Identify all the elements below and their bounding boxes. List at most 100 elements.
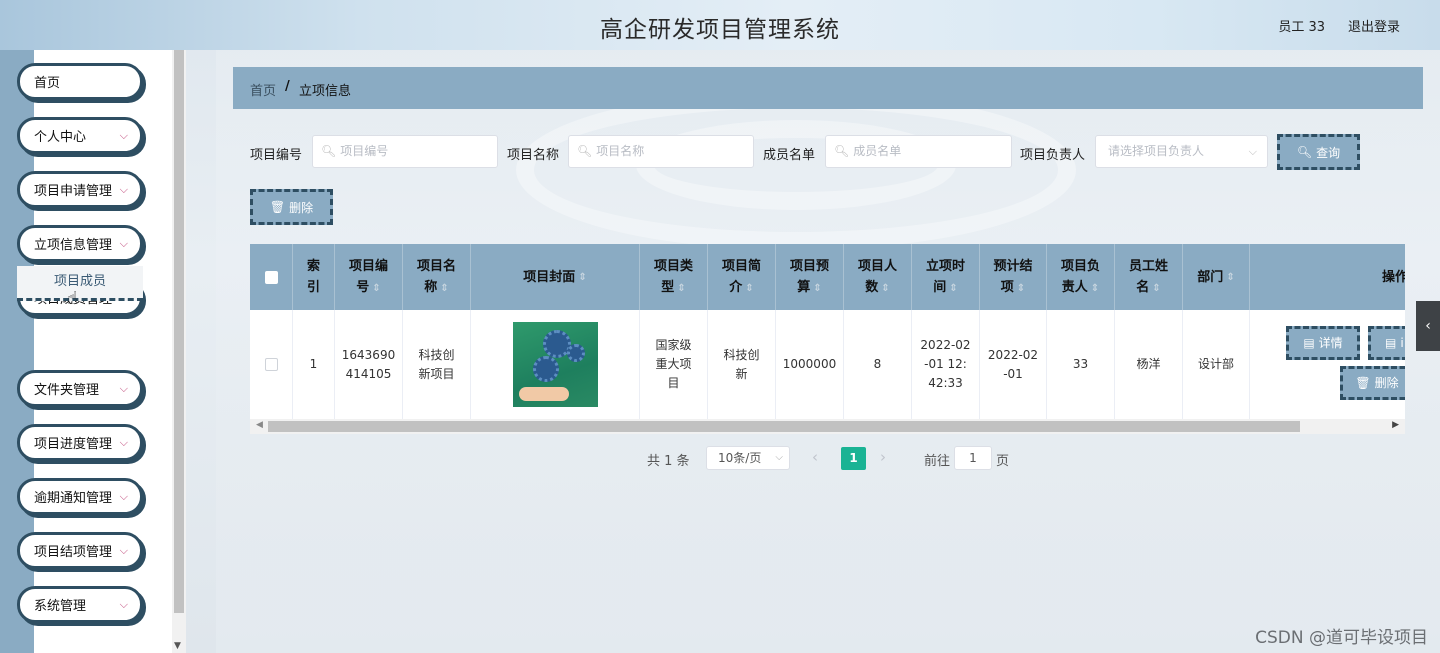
delete-button[interactable]: 🗑︎ 删除 — [250, 189, 333, 225]
sidebar-item-label: 项目结项管理 — [34, 545, 113, 560]
cell-start-time: 2022-02 -01 12: 42:33 — [912, 310, 980, 419]
sidebar-item-6[interactable]: 项目进度管理 ⌵ — [17, 424, 143, 461]
gear-icon — [566, 344, 585, 362]
column-header[interactable]: 预计结项 ⇕ — [980, 244, 1047, 310]
project-name-input[interactable]: 🔍︎ 项目名称 — [568, 135, 754, 168]
sidebar-item-1[interactable]: 个人中心 ⌵ — [17, 117, 143, 154]
cell-end-date: 2022-02 -01 — [980, 310, 1047, 419]
column-header[interactable]: 项目负 责人 ⇕ — [1047, 244, 1115, 310]
column-header-label: 项目封面 — [523, 269, 576, 285]
column-header[interactable]: 项目编号 ⇕ — [335, 244, 403, 310]
goto-label: 前往 — [924, 454, 951, 469]
trash-icon: 🗑︎ — [1355, 375, 1371, 390]
sidebar-item-9[interactable]: 系统管理 ⌵ — [17, 586, 143, 623]
sidebar-item-2[interactable]: 项目申请管理 ⌵ — [17, 171, 143, 208]
side-collapse-tab[interactable]: ‹ — [1416, 301, 1440, 351]
search-icon: 🔍︎ — [1296, 145, 1313, 159]
sidebar-item-3[interactable]: 立项信息管理 ⌵ — [17, 225, 143, 262]
query-button-label: 查询 — [1316, 145, 1341, 160]
pager-total: 共 1 条 — [647, 454, 690, 469]
project-cover-image[interactable] — [512, 322, 598, 407]
sidebar-scrollbar[interactable]: ▼ — [172, 50, 186, 653]
column-header[interactable]: 项目类型 ⇕ — [640, 244, 708, 310]
sort-icon[interactable]: ⇕ — [1152, 283, 1160, 294]
submenu-item-project-members[interactable]: 项目成员 — [17, 266, 143, 301]
sort-icon[interactable]: ⇕ — [1017, 283, 1025, 294]
sort-icon[interactable]: ⇕ — [813, 283, 821, 294]
edit-button-label: i — [1400, 335, 1404, 350]
row-checkbox[interactable] — [264, 358, 278, 371]
prev-page-button[interactable]: ‹ — [812, 448, 818, 466]
cell-department: 设计部 — [1183, 310, 1250, 419]
cell-intro-line: 新 — [735, 366, 748, 381]
search-icon: 🔍︎ — [321, 144, 337, 158]
sort-icon[interactable]: ⇕ — [578, 267, 586, 288]
members-input[interactable]: 🔍︎ 成员名单 — [825, 135, 1012, 168]
column-header-label: 员工姓 — [1128, 258, 1168, 274]
chevron-down-icon: ⌵ — [119, 490, 128, 503]
chevron-down-icon: ⌵ — [119, 436, 128, 449]
next-page-button[interactable]: › — [880, 448, 886, 466]
column-header[interactable]: 立项时间 ⇕ — [912, 244, 980, 310]
project-no-input[interactable]: 🔍︎ 项目编号 — [312, 135, 498, 168]
chevron-down-icon: ⌵ — [119, 237, 128, 250]
sidebar-item-label: 项目申请管理 — [34, 184, 113, 199]
column-header[interactable]: 项目简介 ⇕ — [708, 244, 776, 310]
cell-project-name: 科技创 新项目 — [403, 310, 471, 419]
sort-icon[interactable]: ⇕ — [949, 283, 957, 294]
sidebar-item-8[interactable]: 项目结项管理 ⌵ — [17, 532, 143, 569]
select-all-checkbox[interactable] — [264, 270, 278, 284]
sort-icon[interactable]: ⇕ — [881, 283, 889, 294]
cell-project-type: 国家级 重大项目 — [640, 310, 708, 419]
column-header[interactable]: 部门 ⇕ — [1183, 244, 1250, 310]
sort-icon[interactable]: ⇕ — [440, 283, 448, 294]
column-header[interactable]: 项目名称 ⇕ — [403, 244, 471, 310]
column-header-label: 项目负 — [1060, 258, 1100, 274]
sort-icon[interactable]: ⇕ — [1226, 267, 1234, 288]
table-header: 索引项目编号 ⇕ 项目名称 ⇕ 项目封面 ⇕ 项目类型 ⇕ 项目简介 ⇕ 项目预算 ⇕ 项目人数 ⇕ 立项时… — [250, 244, 1405, 310]
cell-project-intro: 科技创新 — [708, 310, 776, 419]
table-horizontal-scrollbar[interactable]: ◀ ▶ — [250, 419, 1405, 434]
breadcrumb-home[interactable]: 首页 — [250, 80, 276, 99]
cell-type-line: 目 — [667, 376, 680, 390]
sidebar-item-5[interactable]: 文件夹管理 ⌵ — [17, 370, 143, 407]
breadcrumb-current: 立项信息 — [299, 84, 352, 99]
sort-icon[interactable]: ⇕ — [677, 283, 685, 294]
leader-select[interactable]: 请选择项目负责人 ⌵ — [1095, 135, 1268, 168]
scroll-down-icon[interactable]: ▼ — [174, 641, 181, 651]
detail-button[interactable]: ▤ 详情 — [1286, 326, 1360, 360]
query-button[interactable]: 🔍︎ 查询 — [1277, 134, 1360, 170]
column-header[interactable]: 项目人数 ⇕ — [844, 244, 912, 310]
row-delete-button[interactable]: 🗑︎ 删除 — [1340, 366, 1405, 400]
column-header: 索引 — [293, 244, 335, 310]
cell-end-line: 2022-02 — [987, 347, 1039, 362]
app-title: 高企研发项目管理系统 — [600, 17, 840, 43]
edit-button[interactable]: ▤ i — [1368, 326, 1405, 360]
scroll-right-icon[interactable]: ▶ — [1392, 420, 1399, 430]
sort-icon[interactable]: ⇕ — [372, 283, 380, 294]
table-scroll-thumb[interactable] — [268, 421, 1300, 432]
project-no-label: 项目编号 — [250, 148, 303, 163]
column-header[interactable]: 项目预算 ⇕ — [776, 244, 844, 310]
sidebar-item-label: 立项信息管理 — [34, 238, 113, 253]
sidebar-item-7[interactable]: 逾期通知管理 ⌵ — [17, 478, 143, 515]
column-header[interactable]: 项目封面 ⇕ — [471, 244, 640, 310]
cell-employee: 杨洋 — [1115, 310, 1183, 419]
sidebar-scroll-thumb[interactable] — [174, 50, 184, 613]
goto-page-input[interactable]: 1 — [954, 446, 992, 470]
scroll-left-icon[interactable]: ◀ — [256, 420, 263, 430]
cell-project-cover — [471, 310, 640, 419]
column-header-label: 项目预 — [789, 258, 829, 274]
sidebar-item-0[interactable]: 首页 — [17, 63, 143, 100]
column-header[interactable]: 员工姓名 ⇕ — [1115, 244, 1183, 310]
page-size-select[interactable]: 10条/页 ⌵ — [706, 446, 790, 470]
column-header-label: 预计结 — [993, 258, 1033, 274]
sidebar-item-label: 文件夹管理 — [34, 383, 100, 398]
logout-link[interactable]: 退出登录 — [1348, 16, 1400, 35]
column-header: 操作 — [1250, 244, 1405, 310]
sort-icon[interactable]: ⇕ — [1091, 283, 1099, 294]
sort-icon[interactable]: ⇕ — [745, 283, 753, 294]
cell-actions: ▤ 详情 ▤ i 🗑︎ 删除 — [1250, 310, 1405, 419]
column-header-label: 立项时 — [925, 258, 965, 274]
page-number-current[interactable]: 1 — [841, 447, 866, 470]
